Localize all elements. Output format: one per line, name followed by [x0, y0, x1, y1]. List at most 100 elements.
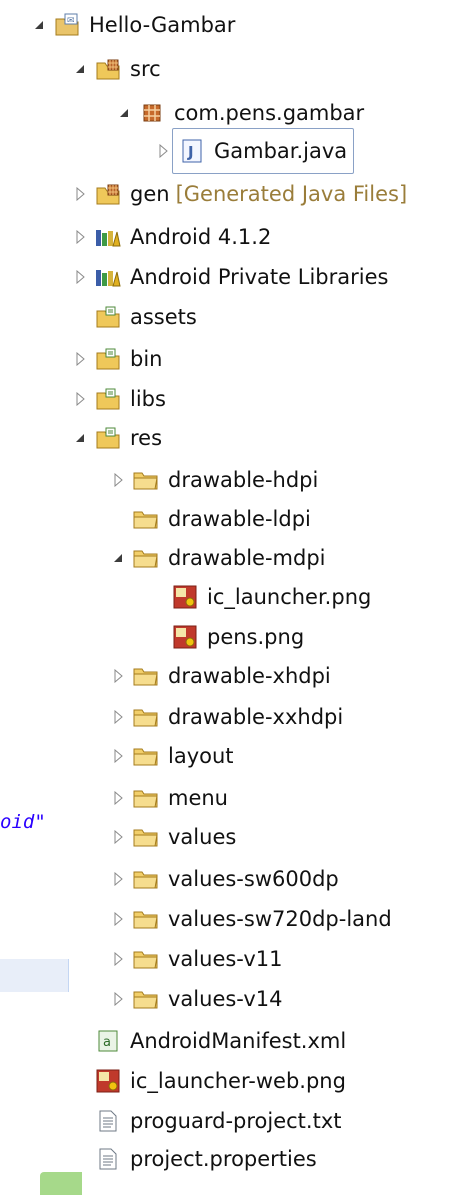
tree-item[interactable]: drawable-ldpi: [107, 499, 311, 539]
tree-item[interactable]: assets: [69, 297, 197, 337]
svg-text:✉: ✉: [67, 16, 75, 26]
expanded-arrow-icon[interactable]: [113, 93, 135, 133]
tree-item-label: drawable-ldpi: [168, 507, 311, 531]
collapsed-arrow-icon[interactable]: [107, 460, 129, 500]
tree-item-label: ic_launcher.png: [207, 585, 372, 609]
collapsed-arrow-icon[interactable]: [107, 656, 129, 696]
tree-item[interactable]: Android 4.1.2: [69, 217, 271, 257]
tree-item-label: gen: [130, 182, 170, 206]
plain-folder-icon: [133, 704, 159, 730]
folder-icon: [95, 346, 121, 372]
collapsed-arrow-icon[interactable]: [69, 257, 91, 297]
tree-item[interactable]: ic_launcher.png: [146, 577, 371, 617]
tree-item[interactable]: values-sw720dp-land: [107, 899, 392, 939]
package-icon: [139, 100, 165, 126]
package-explorer-tree: ✉ Hello-Gambar src com.pens.gambar J Gambar.j…: [0, 0, 472, 1195]
tree-item-label: proguard-project.txt: [130, 1109, 342, 1133]
tree-item[interactable]: ✉ Hello-Gambar: [28, 5, 235, 45]
svg-text:J: J: [187, 143, 194, 161]
collapsed-arrow-icon[interactable]: [107, 899, 129, 939]
tree-item-label: values-v14: [168, 987, 283, 1011]
tree-item[interactable]: com.pens.gambar: [113, 93, 364, 133]
tree-item[interactable]: menu: [107, 778, 228, 818]
tree-item[interactable]: res: [69, 418, 162, 458]
tree-item[interactable]: Android Private Libraries: [69, 257, 388, 297]
tree-item[interactable]: drawable-xxhdpi: [107, 697, 343, 737]
expanded-arrow-icon[interactable]: [107, 538, 129, 578]
tree-item[interactable]: a AndroidManifest.xml: [69, 1021, 346, 1061]
tree-item[interactable]: drawable-mdpi: [107, 538, 326, 578]
tree-item-label: drawable-xxhdpi: [168, 705, 344, 729]
tree-item[interactable]: libs: [69, 379, 166, 419]
tree-item[interactable]: values-v11: [107, 939, 282, 979]
plain-folder-icon: [133, 545, 159, 571]
collapsed-arrow-icon[interactable]: [69, 339, 91, 379]
tree-item-label: values: [168, 825, 237, 849]
collapsed-arrow-icon[interactable]: [69, 379, 91, 419]
plain-folder-icon: [133, 506, 159, 532]
project-icon: ✉: [54, 12, 80, 38]
tree-item[interactable]: src: [69, 49, 161, 89]
tree-item-decoration: [Generated Java Files]: [175, 182, 408, 206]
folder-icon: [95, 304, 121, 330]
tree-item[interactable]: values: [107, 817, 236, 857]
tree-item[interactable]: bin: [69, 339, 162, 379]
plain-folder-icon: [133, 946, 159, 972]
tree-item-label: drawable-hdpi: [168, 468, 319, 492]
tree-item-label: Hello-Gambar: [89, 13, 236, 37]
tree-item-label: ic_launcher-web.png: [130, 1069, 346, 1093]
collapsed-arrow-icon[interactable]: [107, 736, 129, 776]
collapsed-arrow-icon[interactable]: [107, 979, 129, 1019]
plain-folder-icon: [133, 663, 159, 689]
source-folder-icon: [95, 181, 121, 207]
tree-item[interactable]: gen [Generated Java Files]: [69, 174, 407, 214]
manifest-file-icon: a: [95, 1028, 121, 1054]
tree-item-label: bin: [130, 347, 163, 371]
tree-item-label: src: [130, 57, 161, 81]
folder-icon: [95, 386, 121, 412]
tree-item[interactable]: project.properties: [69, 1139, 317, 1179]
tree-item[interactable]: drawable-hdpi: [107, 460, 318, 500]
tree-item-label: Gambar.java: [214, 139, 348, 163]
collapsed-arrow-icon[interactable]: [152, 131, 174, 171]
tree-item[interactable]: layout: [107, 736, 234, 776]
collapsed-arrow-icon[interactable]: [69, 217, 91, 257]
source-folder-icon: [95, 56, 121, 82]
tree-item[interactable]: proguard-project.txt: [69, 1101, 342, 1141]
tree-item[interactable]: values-sw600dp: [107, 859, 339, 899]
tree-item[interactable]: values-v14: [107, 979, 282, 1019]
tree-item-label: menu: [168, 786, 228, 810]
tree-item-label: layout: [168, 744, 234, 768]
collapsed-arrow-icon[interactable]: [107, 817, 129, 857]
collapsed-arrow-icon[interactable]: [107, 697, 129, 737]
plain-folder-icon: [133, 906, 159, 932]
tree-item[interactable]: drawable-xhdpi: [107, 656, 331, 696]
tree-item[interactable]: J Gambar.java: [152, 128, 355, 174]
tree-item-label: libs: [130, 387, 166, 411]
collapsed-arrow-icon[interactable]: [69, 174, 91, 214]
plain-folder-icon: [133, 743, 159, 769]
text-file-icon: [95, 1108, 121, 1134]
tree-item-label: res: [130, 426, 163, 450]
tree-item-label: pens.png: [207, 625, 305, 649]
library-icon: [95, 264, 121, 290]
tree-item-label: project.properties: [130, 1147, 317, 1171]
image-file-icon: [172, 584, 198, 610]
tree-item[interactable]: ic_launcher-web.png: [69, 1061, 346, 1101]
tree-item[interactable]: pens.png: [146, 617, 304, 657]
collapsed-arrow-icon[interactable]: [107, 778, 129, 818]
selected-item-box[interactable]: J Gambar.java: [172, 128, 355, 174]
plain-folder-icon: [133, 866, 159, 892]
expanded-arrow-icon[interactable]: [28, 5, 50, 45]
image-file-icon: [172, 624, 198, 650]
expanded-arrow-icon[interactable]: [69, 418, 91, 458]
collapsed-arrow-icon[interactable]: [107, 939, 129, 979]
expanded-arrow-icon[interactable]: [69, 49, 91, 89]
collapsed-arrow-icon[interactable]: [107, 859, 129, 899]
